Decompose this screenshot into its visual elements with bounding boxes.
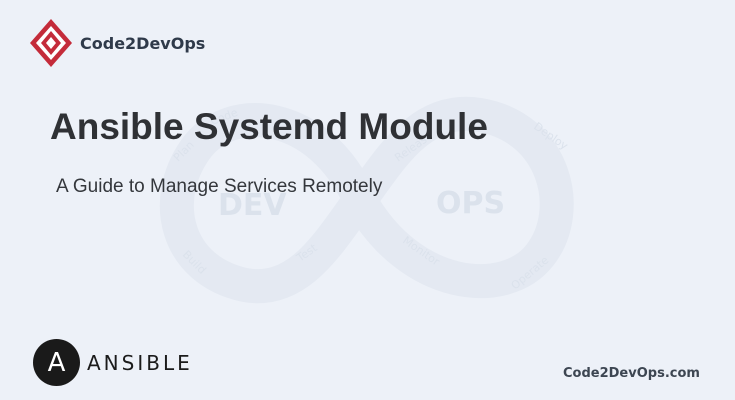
ansible-logo-letter: A	[48, 348, 66, 378]
ansible-brand: A ANSIBLE	[33, 339, 193, 386]
bg-ops-label: OPS	[436, 186, 505, 221]
ansible-wordmark: ANSIBLE	[87, 350, 193, 375]
page-subtitle: A Guide to Manage Services Remotely	[56, 176, 383, 197]
brand-name: Code2DevOps	[80, 33, 206, 53]
code2devops-logo-icon	[30, 19, 72, 67]
website-link[interactable]: Code2DevOps.com	[563, 366, 700, 381]
ansible-logo-icon: A	[33, 339, 80, 386]
brand[interactable]: Code2DevOps	[28, 17, 205, 69]
page-title: Ansible Systemd Module	[50, 106, 488, 147]
